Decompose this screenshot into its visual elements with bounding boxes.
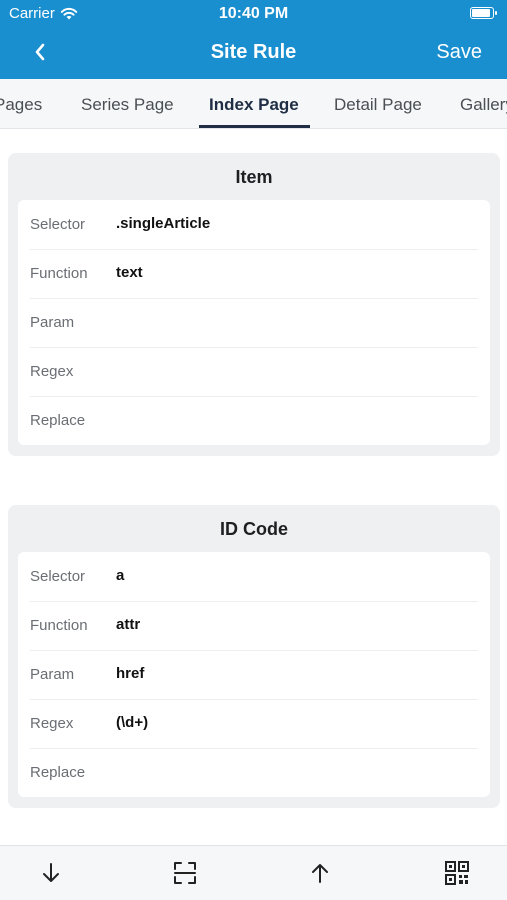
field-label: Regex — [30, 363, 74, 380]
field-label: Regex — [30, 715, 74, 732]
field-value: href — [116, 665, 145, 682]
field-value: (\d+) — [116, 714, 149, 731]
status-bar: Carrier 10:40 PM — [0, 0, 507, 28]
field-label: Function — [30, 265, 88, 282]
scan-frame-icon[interactable] — [172, 860, 198, 886]
field-value: text — [116, 264, 143, 281]
status-time: 10:40 PM — [218, 5, 289, 22]
section-card-id-code: ID Code Selector a Function attr Param h… — [8, 505, 500, 808]
field-label: Param — [30, 314, 75, 331]
field-label: Selector — [30, 568, 86, 585]
field-row-replace[interactable]: Replace — [18, 748, 490, 797]
field-row-selector[interactable]: Selector a — [18, 552, 490, 601]
field-label: Function — [30, 617, 88, 634]
arrow-up-icon[interactable] — [307, 860, 333, 886]
active-tab-indicator — [199, 125, 310, 128]
field-label: Param — [30, 666, 75, 683]
field-list: Selector a Function attr Param href Rege… — [18, 552, 490, 797]
tab-detail-page[interactable]: Detail Page — [334, 95, 422, 115]
field-value: attr — [116, 616, 141, 633]
tab-index-page[interactable]: Index Page — [209, 95, 299, 115]
field-label: Selector — [30, 216, 86, 233]
field-list: Selector .singleArticle Function text Pa… — [18, 200, 490, 445]
qr-code-icon[interactable] — [444, 860, 470, 886]
field-value: .singleArticle — [116, 215, 211, 232]
battery-icon — [470, 7, 497, 19]
navigation-header: Carrier 10:40 PM Site Rule Save — [0, 0, 507, 79]
field-value: a — [116, 567, 125, 584]
field-row-regex[interactable]: Regex — [18, 347, 490, 396]
page-tabs: Pages Series Page Index Page Detail Page… — [0, 79, 507, 129]
field-label: Replace — [30, 764, 86, 781]
section-title: ID Code — [219, 519, 288, 539]
field-row-function[interactable]: Function attr — [18, 601, 490, 650]
bottom-toolbar — [0, 845, 507, 900]
section-title: Item — [235, 167, 273, 187]
tab-series-page[interactable]: Series Page — [81, 95, 174, 115]
field-row-replace[interactable]: Replace — [18, 396, 490, 445]
field-row-regex[interactable]: Regex (\d+) — [18, 699, 490, 748]
arrow-down-icon[interactable] — [38, 860, 64, 886]
field-row-selector[interactable]: Selector .singleArticle — [18, 200, 490, 249]
tab-gallery[interactable]: Gallery — [460, 95, 507, 115]
save-button[interactable]: Save — [436, 41, 482, 64]
field-label: Replace — [30, 412, 86, 429]
field-row-param[interactable]: Param — [18, 298, 490, 347]
tab-pages[interactable]: Pages — [0, 95, 42, 115]
page-title: Site Rule — [210, 41, 297, 63]
field-row-function[interactable]: Function text — [18, 249, 490, 298]
section-card-item: Item Selector .singleArticle Function te… — [8, 153, 500, 456]
field-row-param[interactable]: Param href — [18, 650, 490, 699]
